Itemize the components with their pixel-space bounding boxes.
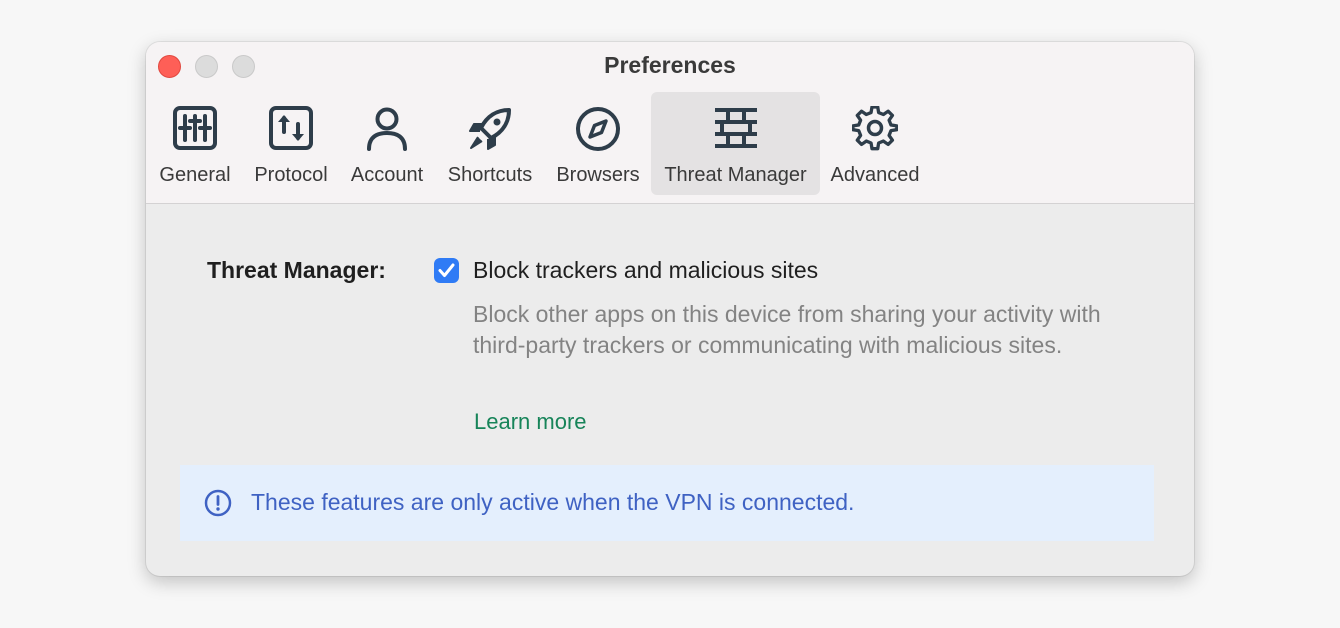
tab-label: Account	[350, 164, 424, 186]
tab-label: Browsers	[556, 164, 640, 186]
threat-manager-setting-label: Threat Manager:	[207, 257, 386, 283]
tab-label: Threat Manager	[664, 164, 807, 186]
gear-icon	[852, 106, 898, 151]
tab-account[interactable]: Account	[344, 92, 430, 195]
tab-label: Advanced	[830, 164, 920, 186]
tab-general[interactable]: General	[152, 92, 238, 195]
window-title: Preferences	[604, 52, 736, 78]
tab-label: General	[159, 164, 231, 186]
tab-label: Protocol	[254, 164, 328, 186]
compass-icon	[576, 107, 620, 151]
rocket-icon	[469, 108, 511, 150]
threat-manager-description: Block other apps on this device from sha…	[473, 301, 1101, 358]
learn-more-link[interactable]: Learn more	[474, 409, 587, 435]
protocol-arrows-icon	[269, 106, 313, 150]
banner-message: These features are only active when the …	[251, 489, 855, 515]
info-icon	[204, 489, 232, 517]
block-trackers-label[interactable]: Block trackers and malicious sites	[473, 257, 818, 284]
firewall-icon	[714, 108, 757, 148]
tab-advanced[interactable]: Advanced	[826, 92, 924, 195]
tab-browsers[interactable]: Browsers	[550, 92, 646, 195]
toolbar: Preferences General Protocol Account Sho…	[146, 42, 1194, 204]
preferences-window: Preferences General Protocol Account Sho…	[146, 42, 1194, 576]
vpn-info-banner: These features are only active when the …	[180, 465, 1154, 541]
sliders-icon	[173, 106, 217, 150]
tab-threat-manager[interactable]: Threat Manager	[651, 92, 820, 195]
person-icon	[367, 107, 407, 151]
tab-protocol[interactable]: Protocol	[246, 92, 336, 195]
checkmark-icon	[438, 263, 455, 277]
tab-label: Shortcuts	[447, 164, 533, 186]
block-trackers-checkbox[interactable]	[434, 258, 459, 283]
tab-shortcuts[interactable]: Shortcuts	[440, 92, 540, 195]
